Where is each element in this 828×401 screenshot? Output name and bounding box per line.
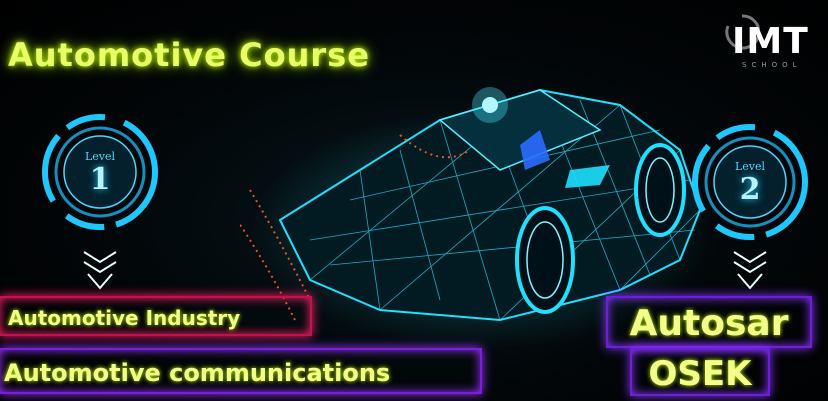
level-1-topic-industry: Automotive Industry	[0, 296, 312, 336]
chevron-down-icon	[733, 251, 767, 290]
level-1-badge: Level 1	[40, 112, 160, 232]
course-title: Automotive Course	[8, 36, 370, 74]
chevron-down-icon	[83, 251, 117, 290]
level-1-number: 1	[89, 162, 111, 197]
level-1-topic-communications: Automotive communications	[0, 348, 482, 394]
level-2-badge: Level 2	[690, 122, 810, 242]
logo-text: IMT	[732, 21, 809, 62]
logo-subtext: SCHOOL	[742, 61, 802, 69]
level-2-topic-osek: OSEK	[630, 348, 770, 396]
school-logo: IMT SCHOOL	[722, 14, 822, 74]
level-2-number: 2	[739, 172, 761, 207]
level-2-topic-autosar: Autosar	[606, 296, 812, 348]
banner: Automotive Course IMT SCHOOL Level 1 Lev…	[0, 0, 828, 401]
